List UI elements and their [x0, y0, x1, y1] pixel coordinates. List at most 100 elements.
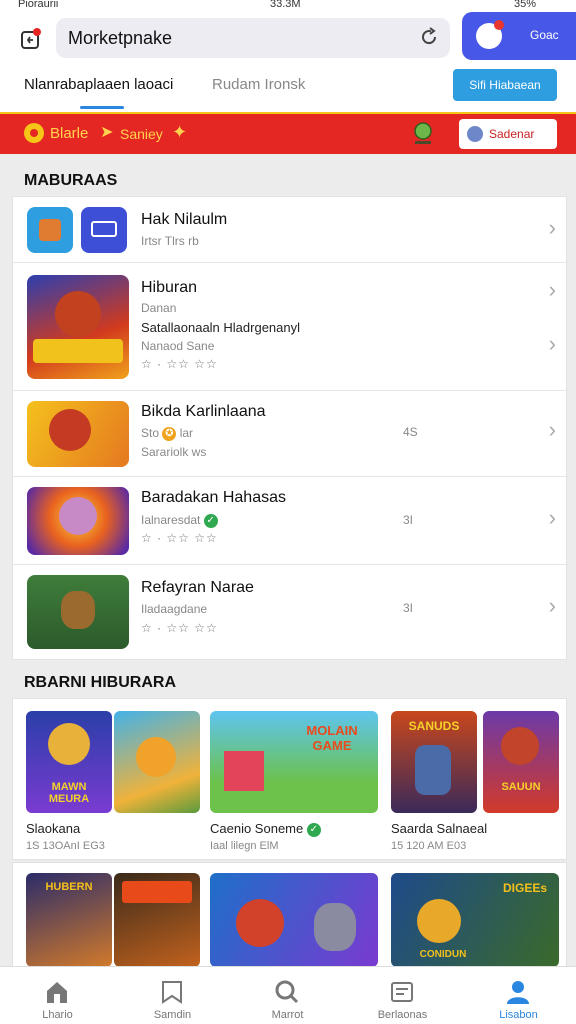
row-count: 3I	[403, 601, 414, 615]
library-icon	[391, 982, 413, 1002]
row-subtitle-text: Sto	[141, 426, 160, 440]
row-description: Satallaonaaln Hladrgenanyl	[141, 320, 301, 335]
chevron-right-icon: ›	[548, 331, 556, 356]
row-count: 4S	[403, 425, 418, 439]
rating-stars: ☆ · ☆☆ ☆☆	[141, 531, 218, 545]
refresh-icon[interactable]	[418, 26, 440, 48]
game-grid: MAWN MEURA Slaokana 1S 13OAnI EG3 MOLAIN…	[12, 698, 567, 860]
nav-library[interactable]: Berlaonas	[345, 967, 460, 1024]
app-list: Hak Nilaulm Irtsr Tlrs rb › Hiburan Dana…	[12, 196, 568, 660]
row-title: Hiburan	[141, 279, 198, 296]
row-subtitle: Irtsr Tlrs rb	[141, 234, 199, 248]
rating-stars: ☆ · ☆☆ ☆☆	[141, 357, 218, 371]
tab-underline	[80, 106, 124, 109]
art-text: HUBERN	[45, 881, 93, 893]
banner-button[interactable]: Sadenar	[459, 119, 557, 149]
game-thumbnail[interactable]	[114, 873, 200, 967]
game-title-text: Caenio Soneme	[210, 821, 304, 836]
tabs-bar: Nlanrabaplaaen laoaci Rudam Ironsk Sifi …	[0, 66, 576, 112]
list-item[interactable]: Baradakan Hahasas Ialnaresdat ✓ ☆ · ☆☆ ☆…	[13, 477, 568, 565]
banner-item-2[interactable]: Saniey	[120, 126, 163, 142]
row-title: Refayran Narae	[141, 579, 254, 596]
list-item[interactable]: Hiburan Danan Satallaonaaln Hladrgenanyl…	[13, 263, 568, 391]
section-title-2: RBARNI HIBURARA	[24, 674, 176, 691]
nav-label: Samdin	[153, 1009, 192, 1021]
game-title: Saarda Salnaeal	[391, 821, 488, 836]
list-item[interactable]: Hak Nilaulm Irtsr Tlrs rb ›	[13, 197, 568, 263]
nav-search[interactable]: Marrot	[230, 967, 345, 1024]
art-text: SAUUN	[501, 781, 541, 793]
notification-dot	[494, 20, 504, 30]
nav-label: Berlaonas	[377, 1009, 428, 1021]
art-text: DIGEEs	[502, 881, 547, 895]
list-item[interactable]: Bikda Karlinlaana Sto ✪ lar Sarariolk ws…	[13, 391, 568, 477]
banner-item-1[interactable]: Blarle	[50, 125, 88, 142]
art-text: CONIDUN	[419, 949, 467, 960]
banner-button-label: Sadenar	[489, 127, 535, 141]
row-title: Hak Nilaulm	[141, 211, 228, 228]
row-subtitle: Danan	[141, 301, 177, 315]
row-subtitle: Ialnaresdat ✓	[141, 513, 218, 528]
game-title: Caenio Soneme ✓	[210, 821, 321, 837]
tab-marketplace[interactable]: Nlanrabaplaaen laoaci	[24, 76, 173, 93]
game-thumbnail	[27, 487, 129, 555]
section-title-1: MABURAAS	[24, 172, 118, 189]
list-item[interactable]: Refayran Narae Iladaagdane ☆ · ☆☆ ☆☆ 3I …	[13, 565, 568, 659]
verified-icon: ✓	[203, 513, 218, 528]
game-subtitle: 1S 13OAnI EG3	[26, 840, 105, 852]
row-meta: Nanaod Sane	[141, 339, 215, 353]
nav-label: Lhario	[42, 1009, 73, 1021]
coin-icon: ✪	[162, 426, 177, 441]
game-grid-2: HUBERN DIGEEs CONIDUN	[12, 862, 567, 967]
game-thumbnail[interactable]: MAWN MEURA	[26, 711, 112, 813]
row-subtitle-text-2: lar	[179, 426, 194, 440]
top-bar: Morketpnake Goac	[0, 12, 576, 66]
user-icon	[467, 126, 483, 142]
game-thumbnail[interactable]: DIGEEs CONIDUN	[391, 873, 559, 967]
game-thumbnail	[27, 575, 129, 649]
chevron-right-icon: ›	[548, 215, 556, 240]
sparkle-icon: ✦	[172, 122, 188, 142]
row-meta: Sarariolk ws	[141, 445, 207, 459]
profile-button[interactable]: Goac	[462, 12, 576, 60]
play-arrow-icon: ➤	[100, 124, 114, 141]
nav-profile[interactable]: Lisabon	[461, 967, 576, 1024]
game-thumbnail[interactable]: SAUUN	[483, 711, 559, 813]
row-subtitle-text: Ialnaresdat	[141, 513, 201, 527]
game-subtitle: 15 120 AM E03	[391, 840, 467, 852]
game-thumbnail[interactable]: HUBERN	[26, 873, 112, 967]
art-text: MOLAIN GAME	[306, 723, 358, 753]
game-thumbnail	[27, 401, 129, 467]
bookmark-icon	[162, 981, 182, 1004]
chevron-right-icon: ›	[548, 417, 556, 442]
status-center: 33.3M	[270, 0, 301, 10]
nav-home[interactable]: Lhario	[0, 967, 115, 1024]
header-action-button[interactable]: Sifi Hiabaean	[453, 69, 557, 101]
row-subtitle: Sto ✪ lar	[141, 426, 193, 441]
game-thumbnail[interactable]: SANUDS	[391, 711, 477, 813]
verified-icon: ✓	[306, 822, 321, 837]
game-thumbnail[interactable]	[114, 711, 200, 813]
nav-label: Marrot	[271, 1009, 304, 1021]
game-thumbnail[interactable]	[210, 873, 378, 967]
row-subtitle: Iladaagdane	[141, 602, 208, 616]
chevron-right-icon: ›	[548, 277, 556, 302]
promo-banner: Blarle ➤ Saniey ✦ Sadenar	[0, 112, 576, 154]
game-thumbnail[interactable]: MOLAIN GAME	[210, 711, 378, 813]
profile-label: Goac	[530, 28, 559, 42]
app-icon	[81, 207, 127, 253]
app-icon	[27, 207, 73, 253]
home-icon	[47, 982, 67, 1003]
search-input[interactable]: Morketpnake	[56, 18, 450, 58]
search-text: Morketpnake	[68, 28, 173, 48]
search-icon	[275, 980, 299, 1004]
status-left: Pioraurii	[18, 0, 59, 10]
chevron-right-icon: ›	[548, 593, 556, 618]
status-battery: 35%	[513, 0, 536, 10]
game-thumbnail	[27, 275, 129, 379]
nav-saved[interactable]: Samdin	[115, 967, 230, 1024]
tab-secondary[interactable]: Rudam Ironsk	[212, 76, 305, 93]
status-bar: Pioraurii 33.3M 35%	[0, 0, 576, 12]
back-icon[interactable]	[18, 26, 44, 52]
game-subtitle: Iaal lilegn ElM	[210, 840, 279, 852]
